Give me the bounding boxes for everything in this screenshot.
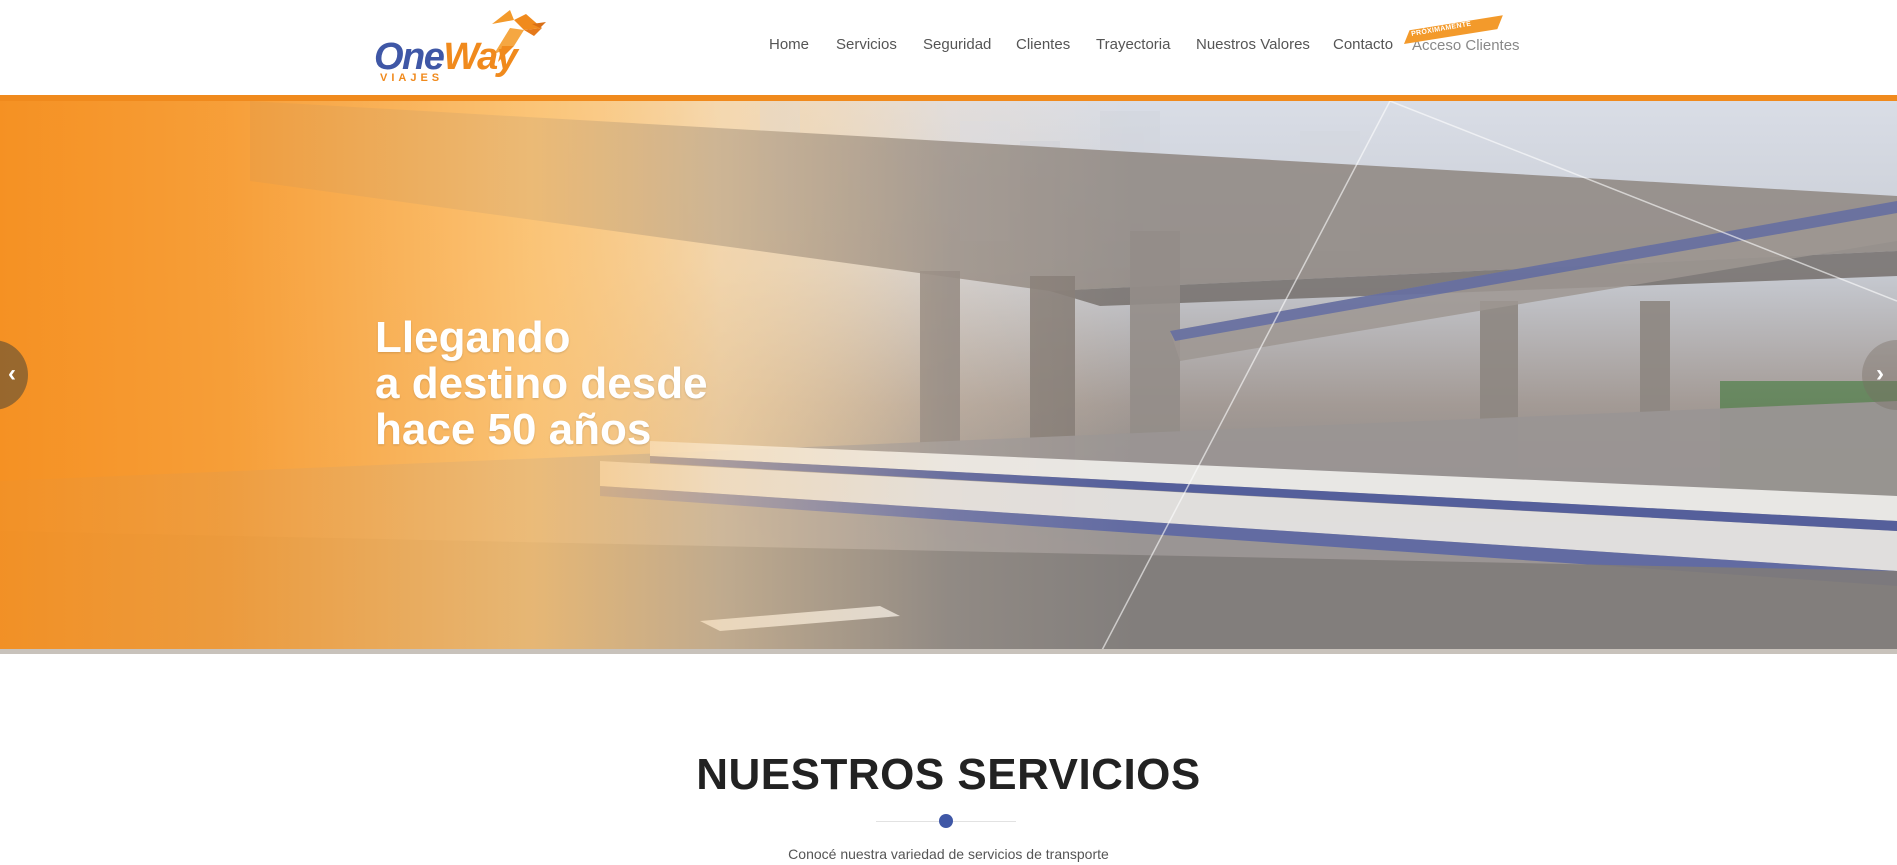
nav-item-home[interactable]: Home (769, 36, 809, 53)
brand-logo[interactable]: OneWay VIAJES (374, 6, 548, 86)
chevron-left-icon: ‹ (8, 360, 16, 387)
hero-line-2: a destino desde (375, 359, 708, 408)
services-title: NUESTROS SERVICIOS (696, 750, 1201, 799)
hero-bottom-edge (0, 649, 1897, 654)
nav-item-servicios[interactable]: Servicios (836, 36, 897, 53)
hero-slider: Llegando a destino desde hace 50 años ‹ … (0, 101, 1897, 654)
nav-item-seguridad[interactable]: Seguridad (923, 36, 991, 53)
chevron-right-icon: › (1876, 360, 1884, 387)
nav-item-nuestros-valores[interactable]: Nuestros Valores (1196, 36, 1310, 53)
logo-word-way: Way (443, 36, 517, 78)
hero-line-1: Llegando (375, 313, 571, 362)
nav-item-clientes[interactable]: Clientes (1016, 36, 1070, 53)
site-header: OneWay VIAJES Home Servicios Seguridad C… (0, 0, 1897, 96)
services-subtitle: Conocé nuestra variedad de servicios de … (788, 846, 1109, 862)
hero-line-3: hace 50 años (375, 405, 652, 454)
hero-title: Llegando a destino desde hace 50 años (375, 315, 708, 453)
nav-item-contacto[interactable]: Contacto (1333, 36, 1393, 53)
proximamente-badge: PRÓXIMAMENTE (1404, 15, 1503, 50)
hero-overlay (0, 101, 1897, 654)
logo-subtitle: VIAJES (380, 72, 444, 84)
services-divider-dot (939, 814, 953, 828)
nav-item-trayectoria[interactable]: Trayectoria (1096, 36, 1170, 53)
